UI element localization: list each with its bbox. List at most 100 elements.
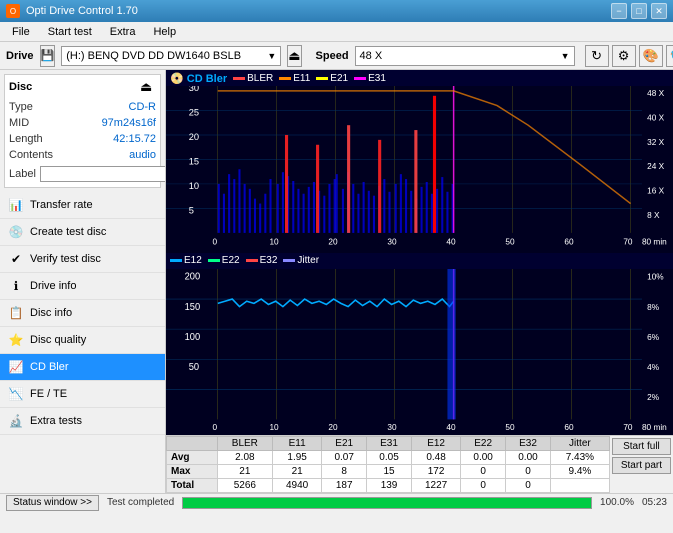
disc-contents-label: Contents: [9, 147, 53, 163]
svg-text:48 X: 48 X: [647, 89, 665, 98]
stats-col-e22: E22: [461, 437, 506, 451]
stats-avg-bler: 2.08: [217, 451, 272, 465]
legend-e31: E31: [354, 73, 386, 84]
maximize-button[interactable]: □: [631, 3, 647, 19]
speed-dropdown-arrow[interactable]: ▼: [561, 51, 570, 61]
chart-lower-header: E12 E22 E32 Jitter: [166, 253, 673, 269]
menu-file[interactable]: File: [4, 25, 38, 39]
toolbar-icons: ↻ ⚙ 🎨 🐦 💾: [585, 45, 673, 67]
start-part-button[interactable]: Start part: [612, 457, 671, 474]
legend-e22: E22: [208, 255, 240, 266]
menu-help[interactable]: Help: [145, 25, 184, 39]
close-button[interactable]: ✕: [651, 3, 667, 19]
drivebar: Drive 💾 (H:) BENQ DVD DD DW1640 BSLB ▼ ⏏…: [0, 42, 673, 70]
sidebar-item-drive-info[interactable]: ℹ Drive info: [0, 273, 165, 300]
stats-max-bler: 21: [217, 465, 272, 479]
stats-col-e21: E21: [322, 437, 367, 451]
stats-avg-e22: 0.00: [461, 451, 506, 465]
sidebar-item-create-test-disc[interactable]: 💿 Create test disc: [0, 219, 165, 246]
content-area: 📀 CD Bler BLER E11 E21: [166, 70, 673, 493]
cd-bler-icon: 📈: [8, 359, 24, 375]
legend-e21: E21: [316, 73, 348, 84]
sidebar-item-transfer-rate-label: Transfer rate: [30, 199, 93, 211]
disc-panel-header: Disc ⏏: [9, 79, 156, 95]
speed-select[interactable]: 48 X ▼: [355, 46, 575, 66]
status-window-button[interactable]: Status window >>: [6, 495, 99, 511]
svg-text:10: 10: [189, 181, 199, 191]
svg-text:24 X: 24 X: [647, 162, 665, 171]
legend-e11: E11: [279, 73, 310, 84]
eject-button[interactable]: ⏏: [287, 45, 301, 67]
statusbar: Status window >> Test completed 100.0% 0…: [0, 493, 673, 511]
stats-max-e32: 0: [506, 465, 551, 479]
progress-text: 100.0%: [600, 497, 634, 508]
disc-contents-value: audio: [129, 147, 156, 163]
export-icon[interactable]: 🐦: [666, 45, 673, 67]
svg-text:20: 20: [328, 238, 338, 247]
minimize-button[interactable]: −: [611, 3, 627, 19]
svg-text:70: 70: [623, 238, 633, 247]
stats-col-jitter: Jitter: [550, 437, 609, 451]
legend-e12-color: [170, 259, 182, 262]
sidebar: Disc ⏏ Type CD-R MID 97m24s16f Length 42…: [0, 70, 166, 493]
svg-text:40: 40: [446, 421, 456, 431]
svg-text:0: 0: [213, 238, 218, 247]
stats-max-jitter: 9.4%: [550, 465, 609, 479]
svg-text:40: 40: [446, 238, 456, 247]
titlebar: O Opti Drive Control 1.70 − □ ✕: [0, 0, 673, 22]
stats-total-e11: 4940: [273, 479, 322, 493]
svg-text:80 min: 80 min: [642, 238, 667, 247]
stats-avg-e12: 0.48: [411, 451, 460, 465]
stats-avg-e11: 1.95: [273, 451, 322, 465]
chart-upper-svg: 30 25 20 15 10 5 0 10 20 30 40 50 60 70 …: [166, 86, 673, 253]
drive-info-icon: ℹ: [8, 278, 24, 294]
svg-text:4%: 4%: [647, 361, 659, 371]
svg-text:10%: 10%: [647, 271, 664, 281]
legend-e32: E32: [246, 255, 278, 266]
titlebar-controls[interactable]: − □ ✕: [611, 3, 667, 19]
disc-label-input[interactable]: [40, 166, 166, 182]
menu-extra[interactable]: Extra: [102, 25, 144, 39]
svg-text:10: 10: [269, 238, 279, 247]
sidebar-item-transfer-rate[interactable]: 📊 Transfer rate: [0, 192, 165, 219]
svg-text:50: 50: [505, 238, 515, 247]
svg-text:2%: 2%: [647, 391, 659, 401]
disc-panel: Disc ⏏ Type CD-R MID 97m24s16f Length 42…: [4, 74, 161, 188]
fe-te-icon: 📉: [8, 386, 24, 402]
sidebar-item-disc-info[interactable]: 📋 Disc info: [0, 300, 165, 327]
sidebar-item-fe-te[interactable]: 📉 FE / TE: [0, 381, 165, 408]
drive-dropdown-arrow[interactable]: ▼: [267, 51, 276, 61]
svg-text:10: 10: [269, 421, 279, 431]
svg-text:70: 70: [623, 421, 633, 431]
start-full-button[interactable]: Start full: [612, 438, 671, 455]
disc-mid-row: MID 97m24s16f: [9, 115, 156, 131]
table-row: Avg 2.08 1.95 0.07 0.05 0.48 0.00 0.00 7…: [167, 451, 610, 465]
stats-table-container: BLER E11 E21 E31 E12 E22 E32 Jitter: [166, 436, 610, 493]
settings-icon[interactable]: ⚙: [612, 45, 636, 67]
drive-select[interactable]: (H:) BENQ DVD DD DW1640 BSLB ▼: [61, 46, 281, 66]
svg-text:6%: 6%: [647, 331, 659, 341]
sidebar-item-disc-quality[interactable]: ⭐ Disc quality: [0, 327, 165, 354]
color-icon[interactable]: 🎨: [639, 45, 663, 67]
legend-e31-label: E31: [368, 73, 386, 84]
sidebar-item-verify-test-disc[interactable]: ✔ Verify test disc: [0, 246, 165, 273]
svg-text:30: 30: [387, 238, 397, 247]
legend-bler-color: [233, 77, 245, 80]
stats-header-empty: [167, 437, 218, 451]
sidebar-item-cd-bler[interactable]: 📈 CD Bler: [0, 354, 165, 381]
refresh-icon[interactable]: ↻: [585, 45, 609, 67]
svg-text:5: 5: [189, 206, 194, 216]
legend-e31-color: [354, 77, 366, 80]
svg-text:0: 0: [213, 421, 218, 431]
disc-eject-icon[interactable]: ⏏: [140, 79, 156, 95]
menu-start-test[interactable]: Start test: [40, 25, 100, 39]
chart-upper-header: 📀 CD Bler BLER E11 E21: [166, 70, 673, 86]
stats-total-e32: 0: [506, 479, 551, 493]
sidebar-item-extra-tests[interactable]: 🔬 Extra tests: [0, 408, 165, 435]
verify-test-disc-icon: ✔: [8, 251, 24, 267]
stats-avg-e32: 0.00: [506, 451, 551, 465]
titlebar-left: O Opti Drive Control 1.70: [6, 4, 138, 18]
svg-text:25: 25: [189, 108, 199, 118]
disc-length-row: Length 42:15.72: [9, 131, 156, 147]
legend-jitter: Jitter: [283, 255, 319, 266]
